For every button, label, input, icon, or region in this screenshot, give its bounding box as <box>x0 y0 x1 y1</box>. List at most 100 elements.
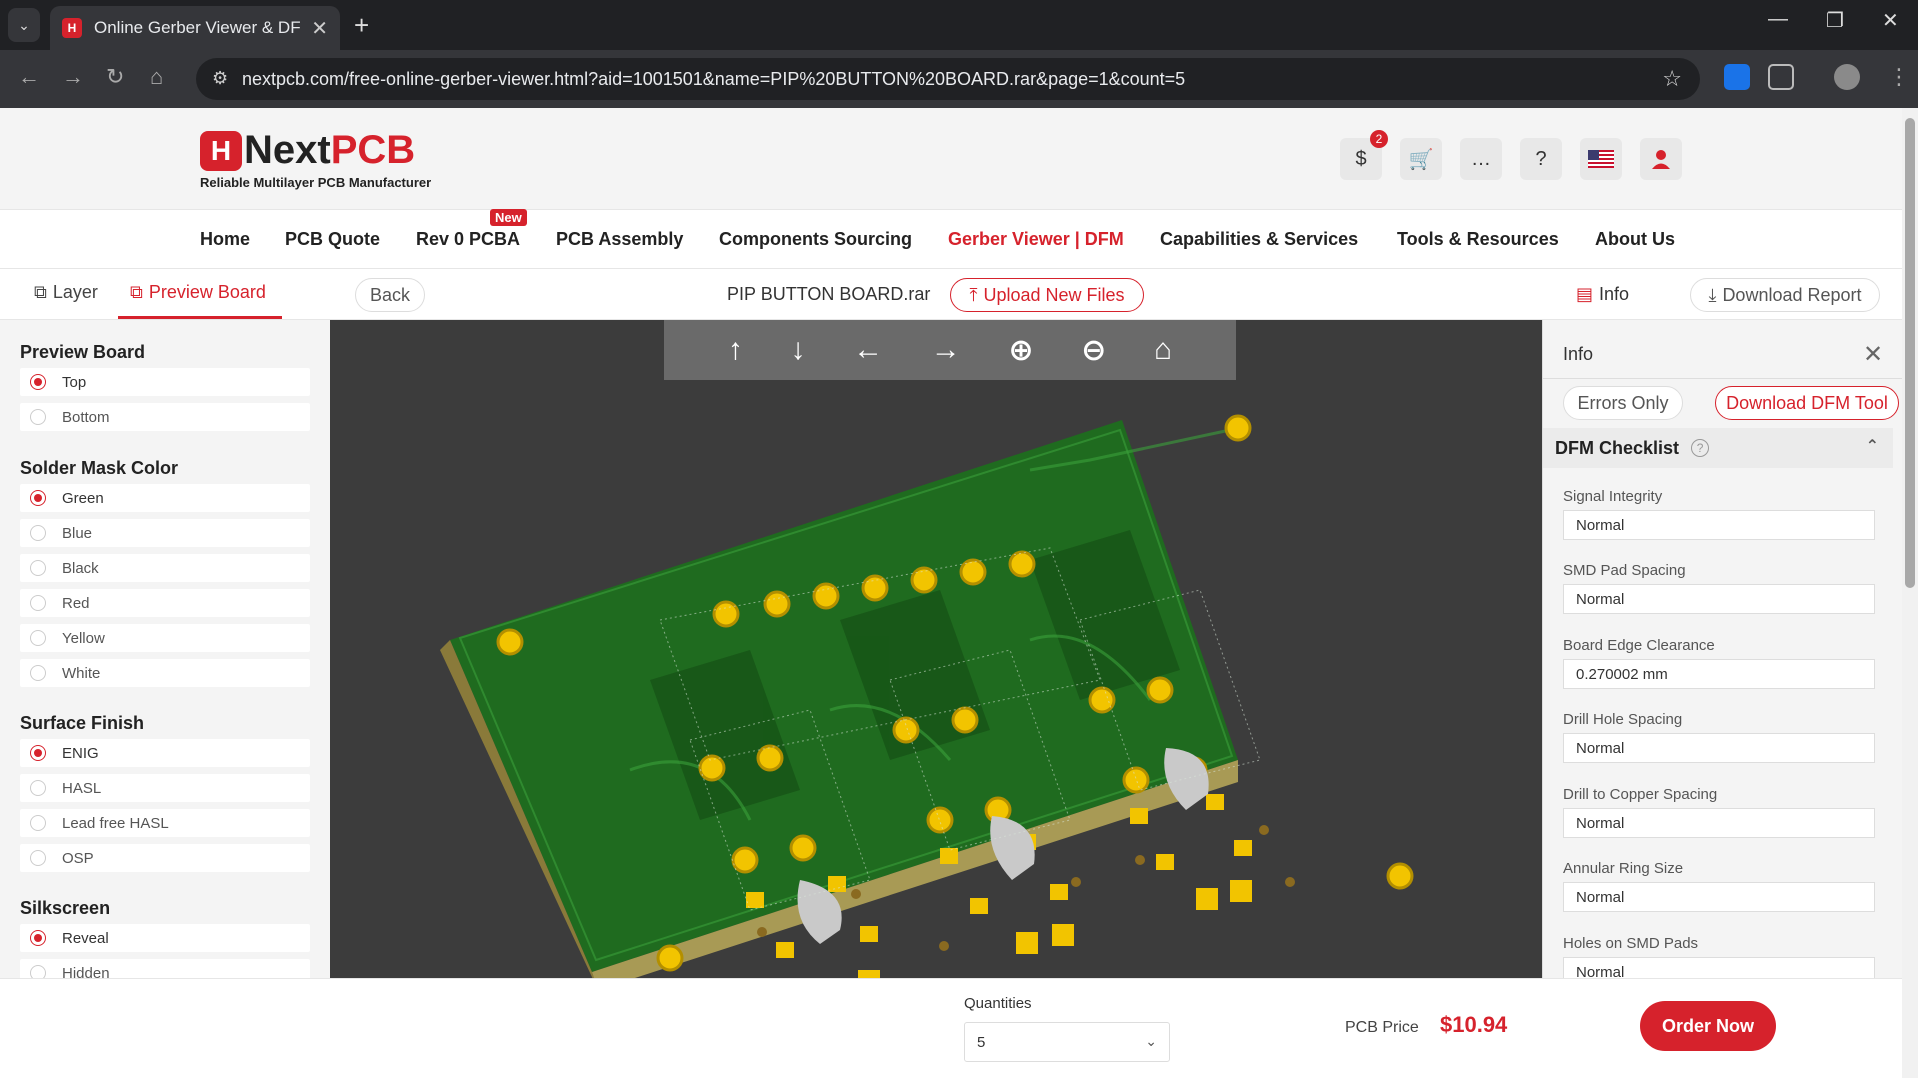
dfm-checklist-title: DFM Checklist <box>1555 437 1680 458</box>
tab-layer[interactable]: ⧉ Layer <box>34 282 98 303</box>
pcb-price-value: $10.94 <box>1440 1012 1508 1037</box>
option-lead-free-hasl[interactable]: Lead free HASL <box>20 809 310 837</box>
close-icon[interactable]: ✕ <box>1863 340 1883 369</box>
download-report-button[interactable]: ⤓ Download Report <box>1690 278 1880 312</box>
viewer-toolbar: ⧉ Layer ⧉ Preview Board Back PIP BUTTON BO… <box>0 270 1902 320</box>
option-green[interactable]: Green <box>20 484 310 512</box>
restore-icon[interactable]: ❐ <box>1826 8 1844 33</box>
info-button[interactable]: ▤ Info <box>1576 284 1629 305</box>
info-panel: Info ✕ Errors Only Download DFM Tool DFM… <box>1542 320 1902 978</box>
radio-icon[interactable] <box>30 780 46 796</box>
radio-icon[interactable] <box>30 850 46 866</box>
nav-home[interactable]: Home <box>200 229 250 250</box>
option-hasl[interactable]: HASL <box>20 774 310 802</box>
nav-gerber-viewer[interactable]: Gerber Viewer | DFM <box>948 229 1124 250</box>
nav-about-us[interactable]: About Us <box>1595 229 1675 250</box>
option-reveal[interactable]: Reveal <box>20 924 310 952</box>
cart-icon[interactable]: 🛒 <box>1400 138 1442 180</box>
browser-tab[interactable]: H Online Gerber Viewer & DFM A ✕ <box>50 6 340 50</box>
home-icon[interactable]: ⌂ <box>1154 333 1172 367</box>
board-3d-viewer[interactable]: ↑ ↓ ← → ⊕ ⊖ ⌂ <box>330 320 1542 978</box>
arrow-left-icon[interactable]: ← <box>853 333 883 367</box>
radio-icon[interactable] <box>30 630 46 646</box>
radio-icon[interactable] <box>30 525 46 541</box>
url-field[interactable]: ⚙ nextpcb.com/free-online-gerber-viewer.… <box>196 58 1700 100</box>
logo-name-next: Next <box>244 128 331 172</box>
tab-list-dropdown-icon[interactable]: ⌄ <box>8 8 40 42</box>
solder-mask-heading: Solder Mask Color <box>20 458 179 478</box>
back-button[interactable]: Back <box>355 278 425 312</box>
check-label: Signal Integrity <box>1563 488 1663 505</box>
nav-pcb-quote[interactable]: PCB Quote <box>285 229 380 250</box>
dfm-checklist-header[interactable]: DFM Checklist ? ⌃ <box>1543 428 1893 468</box>
nav-pcb-assembly[interactable]: PCB Assembly <box>556 229 683 250</box>
option-hidden[interactable]: Hidden <box>20 959 310 978</box>
minimize-icon[interactable]: — <box>1768 8 1788 31</box>
option-yellow[interactable]: Yellow <box>20 624 310 652</box>
window-close-icon[interactable]: ✕ <box>1882 8 1899 33</box>
option-white[interactable]: White <box>20 659 310 687</box>
user-icon[interactable] <box>1640 138 1682 180</box>
arrow-up-icon[interactable]: ↑ <box>728 333 743 367</box>
nav-components-sourcing[interactable]: Components Sourcing <box>719 229 912 250</box>
radio-icon[interactable] <box>30 665 46 681</box>
nav-tools-resources[interactable]: Tools & Resources <box>1397 229 1559 250</box>
browser-menu-icon[interactable]: ⋮ <box>1888 64 1910 90</box>
radio-icon[interactable] <box>30 965 46 978</box>
reload-icon[interactable]: ↻ <box>106 64 124 90</box>
upload-new-files-button[interactable]: ⤒ Upload New Files <box>950 278 1144 312</box>
tab-title: Online Gerber Viewer & DFM A <box>94 18 301 37</box>
tab-close-icon[interactable]: ✕ <box>311 16 328 41</box>
radio-selected-icon[interactable] <box>30 490 46 506</box>
radio-selected-icon[interactable] <box>30 374 46 390</box>
forward-arrow-icon[interactable]: → <box>62 64 84 90</box>
home-page-icon[interactable]: ⌂ <box>150 64 163 90</box>
option-bottom[interactable]: Bottom <box>20 403 310 431</box>
profile-avatar-icon[interactable] <box>1834 64 1860 90</box>
url-text: nextpcb.com/free-online-gerber-viewer.ht… <box>242 68 1186 89</box>
quantity-select[interactable]: 5 ⌄ <box>964 1022 1170 1062</box>
dollar-icon[interactable]: $2 <box>1340 130 1388 180</box>
option-black[interactable]: Black <box>20 554 310 582</box>
radio-icon[interactable] <box>30 815 46 831</box>
nav-capabilities[interactable]: Capabilities & Services <box>1160 229 1358 250</box>
radio-icon[interactable] <box>30 595 46 611</box>
site-settings-icon[interactable]: ⚙ <box>212 68 228 89</box>
order-now-button[interactable]: Order Now <box>1640 1001 1776 1051</box>
download-dfm-tool-button[interactable]: Download DFM Tool <box>1715 386 1899 420</box>
arrow-right-icon[interactable]: → <box>931 333 961 367</box>
bookmark-star-icon[interactable]: ☆ <box>1662 66 1682 92</box>
chevron-up-icon[interactable]: ⌃ <box>1866 436 1879 456</box>
radio-selected-icon[interactable] <box>30 745 46 761</box>
zoom-in-icon[interactable]: ⊕ <box>1008 333 1033 368</box>
extension-icon[interactable] <box>1724 64 1750 90</box>
option-top[interactable]: Top <box>20 368 310 396</box>
zoom-out-icon[interactable]: ⊖ <box>1081 333 1106 368</box>
pcb-render[interactable] <box>330 320 1542 978</box>
us-flag-icon[interactable] <box>1580 138 1622 180</box>
option-enig[interactable]: ENIG <box>20 739 310 767</box>
info-label: Info <box>1599 284 1630 304</box>
nextpcb-logo[interactable]: H NextPCB <box>200 128 415 173</box>
errors-only-button[interactable]: Errors Only <box>1563 386 1683 420</box>
radio-icon[interactable] <box>30 409 46 425</box>
option-osp[interactable]: OSP <box>20 844 310 872</box>
chat-icon[interactable]: … <box>1460 138 1502 180</box>
quantities-label: Quantities <box>964 995 1032 1012</box>
layers-icon: ⧉ <box>34 282 47 302</box>
back-arrow-icon[interactable]: ← <box>18 64 40 90</box>
option-label: Bottom <box>62 408 110 426</box>
extensions-puzzle-icon[interactable] <box>1768 64 1794 90</box>
tab-preview-board[interactable]: ⧉ Preview Board <box>130 282 266 303</box>
question-icon[interactable]: ? <box>1691 439 1710 457</box>
help-icon[interactable]: ? <box>1520 138 1562 180</box>
page-scrollbar[interactable] <box>1902 108 1918 1078</box>
new-tab-icon[interactable]: + <box>354 10 369 41</box>
nav-rev0-pcba[interactable]: Rev 0 PCBA <box>416 229 520 250</box>
scrollbar-thumb[interactable] <box>1905 118 1915 588</box>
radio-selected-icon[interactable] <box>30 930 46 946</box>
option-red[interactable]: Red <box>20 589 310 617</box>
arrow-down-icon[interactable]: ↓ <box>790 333 805 367</box>
option-blue[interactable]: Blue <box>20 519 310 547</box>
radio-icon[interactable] <box>30 560 46 576</box>
